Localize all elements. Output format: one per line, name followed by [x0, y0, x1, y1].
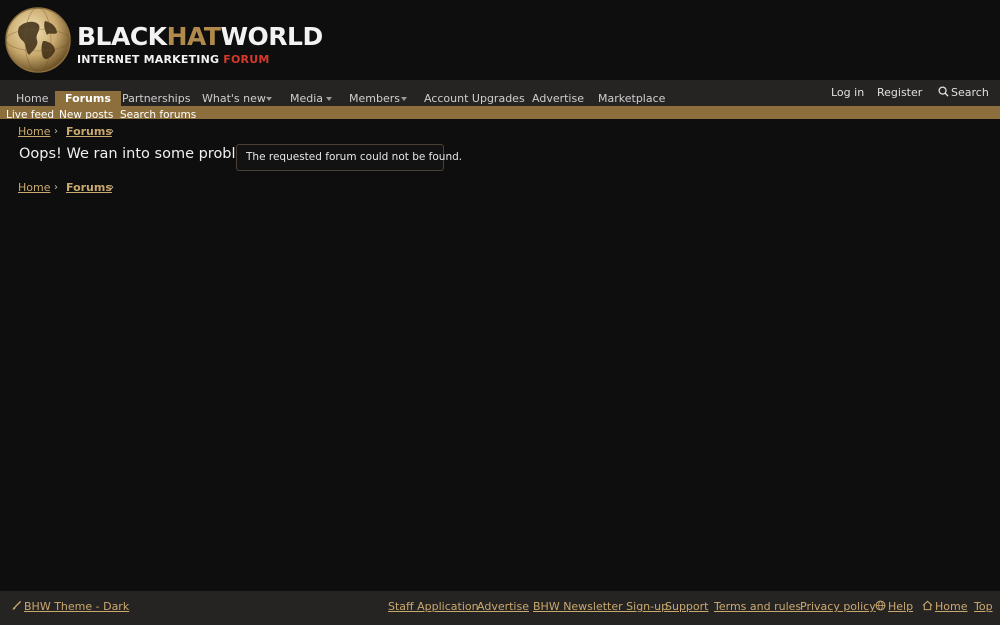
chevron-right-icon: › — [110, 126, 114, 137]
footer-newsletter[interactable]: BHW Newsletter Sign-up — [533, 600, 668, 614]
tab-forums[interactable]: Forums — [55, 91, 121, 106]
footer-terms[interactable]: Terms and rules — [714, 600, 801, 614]
breadcrumb-forums[interactable]: Forums — [66, 125, 112, 139]
footer-top[interactable]: Top — [974, 600, 993, 614]
search-button[interactable]: Search — [938, 86, 989, 100]
main-nav: Home Forums Partnerships What's new Medi… — [0, 80, 1000, 106]
home-icon — [922, 600, 933, 611]
breadcrumb-home[interactable]: Home — [18, 181, 50, 194]
brand-tagline: INTERNET MARKETING FORUM — [77, 53, 270, 66]
breadcrumb-home[interactable]: Home — [18, 125, 50, 138]
chevron-down-icon[interactable] — [401, 97, 407, 101]
tab-whats-new[interactable]: What's new — [192, 91, 276, 106]
footer-help[interactable]: Help — [875, 600, 913, 614]
help-label: Help — [888, 600, 914, 613]
site-header: BLACKHATWORLD INTERNET MARKETING FORUM — [0, 0, 1000, 80]
chevron-down-icon[interactable] — [266, 97, 272, 101]
footer-home[interactable]: Home — [922, 600, 967, 614]
error-message: The requested forum could not be found. — [236, 144, 462, 171]
footer-staff-application[interactable]: Staff Application — [388, 600, 479, 614]
breadcrumb-bottom: Home › Forums › — [18, 181, 114, 195]
paint-brush-icon — [12, 600, 22, 610]
subnav-new-posts[interactable]: New posts — [59, 109, 113, 119]
page-title: Oops! We ran into some problems. — [19, 146, 271, 162]
subnav-search-forums[interactable]: Search forums — [120, 109, 196, 119]
footer-privacy[interactable]: Privacy policy — [800, 600, 876, 614]
breadcrumb: Home › Forums › — [18, 125, 114, 139]
footer-support[interactable]: Support — [665, 600, 708, 614]
login-link[interactable]: Log in — [831, 86, 864, 100]
tab-home[interactable]: Home — [6, 91, 58, 106]
theme-chooser-link[interactable]: BHW Theme - Dark — [11, 600, 129, 614]
search-label: Search — [951, 86, 989, 99]
globe-icon — [875, 600, 886, 611]
tab-members[interactable]: Members — [339, 91, 410, 106]
tab-advertise[interactable]: Advertise — [522, 91, 594, 106]
footer-advertise[interactable]: Advertise — [477, 600, 529, 614]
theme-label: BHW Theme - Dark — [24, 600, 130, 613]
register-link[interactable]: Register — [877, 86, 922, 100]
search-icon — [938, 86, 949, 97]
sub-nav: Live feed New posts Search forums — [0, 106, 1000, 119]
brand-name: BLACKHATWORLD — [77, 22, 323, 51]
globe-logo-icon — [5, 7, 71, 73]
tab-marketplace[interactable]: Marketplace — [588, 91, 675, 106]
subnav-live-feed[interactable]: Live feed — [6, 109, 54, 119]
chevron-right-icon: › — [110, 182, 114, 193]
chevron-down-icon[interactable] — [326, 97, 332, 101]
chevron-right-icon: › — [54, 126, 58, 137]
site-logo[interactable]: BLACKHATWORLD INTERNET MARKETING FORUM — [5, 7, 323, 73]
breadcrumb-forums[interactable]: Forums — [66, 181, 112, 195]
tab-partnerships[interactable]: Partnerships — [112, 91, 200, 106]
tab-account-upgrades[interactable]: Account Upgrades — [414, 91, 535, 106]
chevron-right-icon: › — [54, 182, 58, 193]
site-footer: BHW Theme - Dark Staff Application Adver… — [0, 591, 1000, 625]
home-label: Home — [935, 600, 968, 613]
